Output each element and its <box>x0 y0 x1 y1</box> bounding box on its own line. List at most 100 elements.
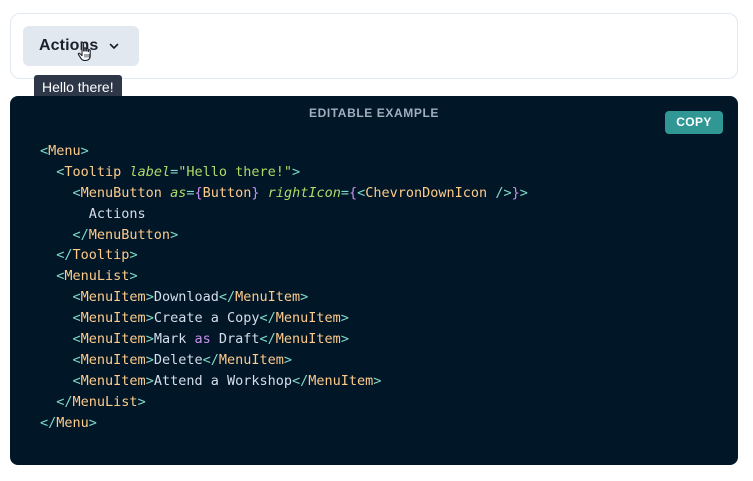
code-editor[interactable]: <Menu> <Tooltip label="Hello there!"> <M… <box>40 141 718 433</box>
code-token: } <box>511 184 520 201</box>
code-token: > <box>145 351 154 368</box>
code-token: Actions <box>88 205 146 222</box>
code-token: < <box>72 331 81 348</box>
chevron-down-icon <box>109 43 119 49</box>
code-token: </ <box>218 289 236 306</box>
code-token: MenuList <box>72 393 138 410</box>
code-token: Download <box>153 289 219 306</box>
code-token: /> <box>495 184 512 201</box>
code-token: < <box>72 351 81 368</box>
code-token: label <box>129 163 171 180</box>
code-line[interactable]: <MenuList> <box>40 266 718 287</box>
code-token: > <box>129 247 138 264</box>
preview-card: Actions <box>10 13 738 79</box>
code-line[interactable]: </MenuButton> <box>40 225 718 246</box>
editable-example-title: EDITABLE EXAMPLE <box>308 106 440 120</box>
code-token: < <box>72 184 81 201</box>
code-line[interactable]: <MenuItem>Attend a Workshop</MenuItem> <box>40 371 718 392</box>
code-token: </ <box>56 393 73 410</box>
code-token: </ <box>40 414 57 431</box>
code-token: MenuItem <box>80 310 146 327</box>
actions-menu-button[interactable]: Actions <box>23 26 139 66</box>
code-token: </ <box>259 331 276 348</box>
code-token: < <box>72 372 81 389</box>
code-token: } <box>251 184 260 201</box>
code-token: Attend a Workshop <box>153 372 292 389</box>
code-token: </ <box>56 247 73 264</box>
code-line[interactable]: <MenuItem>Mark as Draft</MenuItem> <box>40 329 718 350</box>
code-token: > <box>129 268 138 285</box>
code-token: MenuItem <box>80 331 146 348</box>
code-token: MenuItem <box>235 289 301 306</box>
code-editor-panel[interactable]: EDITABLE EXAMPLE COPY <Menu> <Tooltip la… <box>10 96 738 465</box>
code-token: ChevronDownIcon <box>365 184 488 201</box>
code-token: </ <box>292 372 309 389</box>
code-token: > <box>137 393 146 410</box>
code-token: MenuItem <box>80 289 146 306</box>
code-token: < <box>72 310 81 327</box>
code-line[interactable]: </Menu> <box>40 413 718 434</box>
code-token: MenuButton <box>88 226 171 243</box>
code-line[interactable]: <MenuItem>Create a Copy</MenuItem> <box>40 308 718 329</box>
code-token: as <box>194 331 211 348</box>
code-token: < <box>40 143 49 159</box>
code-token: > <box>145 331 154 348</box>
code-token: > <box>340 310 349 327</box>
code-token: Delete <box>153 351 203 368</box>
code-token: MenuItem <box>308 372 374 389</box>
code-token: > <box>145 289 154 306</box>
code-token: < <box>72 289 81 306</box>
code-token: as <box>170 184 187 201</box>
code-token: { <box>194 184 203 201</box>
code-line[interactable]: Actions <box>40 204 718 225</box>
code-token: > <box>340 331 349 348</box>
code-token: </ <box>72 226 89 243</box>
code-token: Mark <box>153 331 195 348</box>
code-token: > <box>373 372 382 389</box>
code-line[interactable]: </MenuList> <box>40 392 718 413</box>
code-token: > <box>300 289 309 306</box>
code-token: "Hello there!" <box>178 163 293 180</box>
code-token: > <box>145 310 154 327</box>
code-token: > <box>80 143 89 159</box>
code-token: rightIcon <box>267 184 341 201</box>
code-line[interactable]: <MenuItem>Delete</MenuItem> <box>40 350 718 371</box>
code-token: MenuItem <box>218 351 284 368</box>
code-token: MenuItem <box>275 331 341 348</box>
code-token: MenuItem <box>80 372 146 389</box>
code-line[interactable]: <Tooltip label="Hello there!"> <box>40 162 718 183</box>
code-token: Tooltip <box>64 163 122 180</box>
code-token: > <box>283 351 293 368</box>
code-token: </ <box>202 351 219 368</box>
code-line[interactable]: </Tooltip> <box>40 245 718 266</box>
code-token: MenuList <box>64 268 130 285</box>
code-line[interactable]: <Menu> <box>40 141 718 162</box>
code-token: </ <box>259 310 276 327</box>
code-token: > <box>519 184 528 201</box>
code-token: > <box>88 414 97 431</box>
code-line[interactable]: <MenuItem>Download</MenuItem> <box>40 287 718 308</box>
copy-button[interactable]: COPY <box>665 111 723 134</box>
code-token: = <box>170 163 179 180</box>
code-token: Menu <box>56 414 89 431</box>
code-token: > <box>292 163 301 180</box>
code-token: MenuItem <box>275 310 341 327</box>
code-token: Tooltip <box>72 247 130 264</box>
code-token: = <box>340 184 349 201</box>
code-line[interactable]: <MenuButton as={Button} rightIcon={<Chev… <box>40 183 718 204</box>
hand-pointer-icon <box>77 41 91 61</box>
code-token: Draft <box>210 331 260 348</box>
